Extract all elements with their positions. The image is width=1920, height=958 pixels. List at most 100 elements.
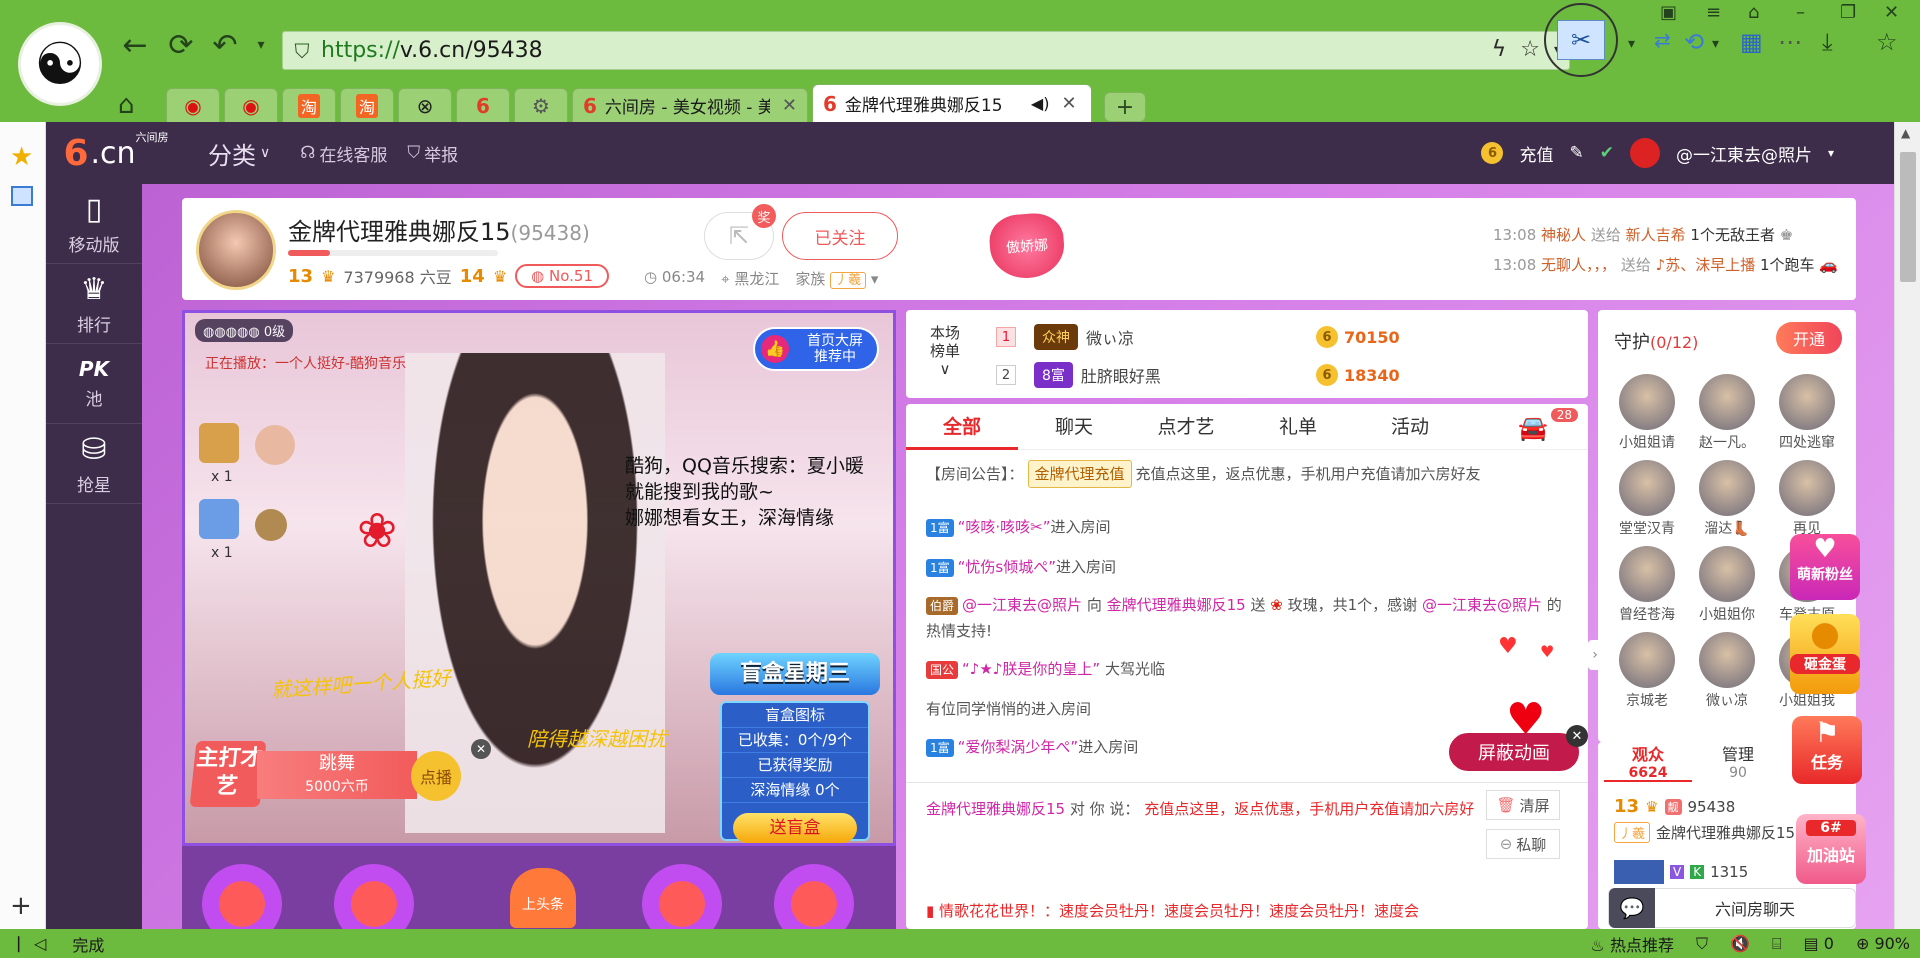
speaker-icon[interactable]: ◀) xyxy=(1031,94,1050,113)
rank-title[interactable]: 本场 榜单 ∨ xyxy=(930,324,960,378)
download-count[interactable]: ▤ 0 xyxy=(1804,934,1834,953)
tab-taobao-2[interactable]: 淘 xyxy=(340,88,394,122)
tab-gifts[interactable]: 礼单 xyxy=(1242,404,1354,450)
user-name[interactable]: @一江東去@照片 xyxy=(1676,141,1812,166)
guard-member[interactable]: 小姐姐你 xyxy=(1690,546,1764,624)
undo-icon[interactable]: ↶ xyxy=(208,28,242,63)
tab-talent[interactable]: 点才艺 xyxy=(1130,404,1242,450)
tab-audience[interactable]: 观众 6624 xyxy=(1604,742,1692,782)
new-tab-button[interactable]: + xyxy=(1104,92,1146,122)
minimize-icon[interactable]: – xyxy=(1796,2,1805,23)
tab-all[interactable]: 全部 xyxy=(906,404,1018,450)
task-badge[interactable]: ⚑ 任务 xyxy=(1792,716,1862,784)
audience-row[interactable]: 13 ♛ 靓 95438 xyxy=(1614,796,1735,817)
close-tab-icon[interactable]: ✕ xyxy=(1061,93,1076,114)
tab-6cn[interactable]: 6 xyxy=(456,88,510,122)
guard-member[interactable]: 四处逃窜 xyxy=(1770,374,1844,452)
anchor-avatar[interactable] xyxy=(196,210,276,290)
add-icon[interactable]: + xyxy=(10,891,32,921)
report-link[interactable]: ⛉ 举报 xyxy=(407,141,458,166)
family[interactable]: 家族 丿羲 ▾ xyxy=(795,268,878,289)
online-service-link[interactable]: ☊ 在线客服 xyxy=(300,141,387,166)
tab-chat[interactable]: 聊天 xyxy=(1018,404,1130,450)
mute-speaker-icon[interactable]: 🔇 xyxy=(1730,934,1750,953)
nav-grab-star[interactable]: ⛁ 抢星 xyxy=(46,424,142,504)
gift-item[interactable] xyxy=(642,864,722,929)
new-fans-badge[interactable]: ♥ 萌新粉丝 xyxy=(1790,534,1860,600)
gift-avatar[interactable] xyxy=(199,499,239,539)
hot-recommend[interactable]: ♨ 热点推荐 xyxy=(1591,932,1674,956)
scissor-dropdown-icon[interactable]: ▾ xyxy=(1628,36,1635,52)
tab-active-room[interactable]: 6 金牌代理雅典娜反15 ◀) ✕ xyxy=(812,84,1092,122)
user-avatar[interactable] xyxy=(1629,138,1660,168)
liujianfang-chat-button[interactable]: 💬 六间房聊天 xyxy=(1608,888,1856,928)
tab-admin[interactable]: 管理 90 xyxy=(1694,742,1782,782)
back-arrow-icon[interactable]: ← xyxy=(118,28,152,63)
guard-member[interactable]: 小姐姐请 xyxy=(1610,374,1684,452)
sync-dropdown-icon[interactable]: ▾ xyxy=(1712,36,1719,52)
window-icon[interactable] xyxy=(11,186,33,206)
close-window-icon[interactable]: ✕ xyxy=(1884,2,1899,23)
tab-settings[interactable]: ⚙ xyxy=(514,88,568,122)
smash-egg-badge[interactable]: ● 砸金蛋 xyxy=(1790,614,1860,694)
fuel-station-badge[interactable]: 6# 加油站 xyxy=(1796,814,1866,884)
restore-icon[interactable]: ❐ xyxy=(1840,2,1856,23)
guard-member[interactable]: 再见 xyxy=(1770,460,1844,538)
check-circle-icon[interactable]: ✔ xyxy=(1600,143,1614,163)
guard-member[interactable]: 京城老 xyxy=(1610,632,1684,710)
collapse-arrow-icon[interactable]: › xyxy=(1588,640,1602,670)
guard-member[interactable]: 溜达👢 xyxy=(1690,460,1764,538)
calculator-icon[interactable]: ▦ xyxy=(1740,28,1763,56)
shield-check-icon[interactable]: ⛉ xyxy=(1696,934,1708,954)
more-icon[interactable]: ⋯ xyxy=(1778,28,1802,56)
page-scrollbar[interactable]: ▲ xyxy=(1894,122,1920,929)
rank-badge[interactable]: ◍ No.51 xyxy=(515,264,610,288)
favorites-icon[interactable]: ☆ xyxy=(1876,28,1898,56)
site-logo[interactable]: 6 .cn 六间房 xyxy=(46,122,186,184)
close-tab-icon[interactable]: ✕ xyxy=(782,95,797,116)
tab-liujianfang[interactable]: 6六间房 - 美女视频 - 美女✕ xyxy=(572,88,808,122)
gift-item[interactable] xyxy=(774,864,854,929)
gifter-avatar[interactable] xyxy=(255,425,295,465)
audience-row[interactable]: 丿羲 金牌代理雅典娜反15 xyxy=(1614,822,1795,843)
star-icon[interactable]: ☆ xyxy=(1520,37,1540,62)
chevron-down-icon[interactable]: ▾ xyxy=(1828,146,1834,160)
nav-pk-pool[interactable]: PK 池 xyxy=(46,344,142,424)
url-text[interactable]: https://v.6.cn/95438 xyxy=(321,38,543,63)
nav-mobile[interactable]: ▯ 移动版 xyxy=(46,184,142,264)
gift-avatar[interactable] xyxy=(199,423,239,463)
address-bar[interactable]: ⛉ https://v.6.cn/95438 ϟ ☆ ▾ xyxy=(282,31,1570,70)
tab-cross[interactable]: ⊗ xyxy=(398,88,452,122)
toolbox-icon[interactable]: ⌸ xyxy=(1772,934,1782,954)
rank-row[interactable]: 1 众神 微ぃ凉 6 70150 xyxy=(996,322,1400,352)
guard-member[interactable]: 曾经苍海 xyxy=(1610,546,1684,624)
rank-row[interactable]: 2 8富 肚脐眼好黑 6 18340 xyxy=(996,360,1400,390)
zoom-level[interactable]: ⊕ 90% xyxy=(1856,934,1910,953)
tab-weibo-1[interactable]: ◉ xyxy=(166,88,220,122)
sidebar-toggle-icon[interactable]: ⎸◁ xyxy=(18,934,46,954)
edit-icon[interactable]: ✎ xyxy=(1569,143,1583,163)
private-chat-button[interactable]: ⊖ 私聊 xyxy=(1486,829,1560,859)
live-video[interactable]: ◍◍◍◍◍ 0级 正在播放：一个人挺好-酷狗音乐 👍 首页大屏 推荐中 酷狗，QQ音… xyxy=(182,310,896,846)
scroll-up-icon[interactable]: ▲ xyxy=(1901,126,1910,140)
menu-icon[interactable]: ≡ xyxy=(1706,2,1721,23)
refresh-icon[interactable]: ⟳ xyxy=(164,28,198,63)
guard-member[interactable]: 微ぃ凉 xyxy=(1690,632,1764,710)
tab-activity[interactable]: 活动 xyxy=(1354,404,1466,450)
gift-item[interactable] xyxy=(202,864,282,929)
lightning-icon[interactable]: ϟ xyxy=(1492,37,1507,62)
heart-badge[interactable]: 傲娇娜 xyxy=(987,211,1067,281)
translate-icon[interactable]: ⇄ xyxy=(1654,28,1671,52)
download-icon[interactable]: ⤓ xyxy=(1822,28,1833,56)
skin-icon[interactable]: ⌂ xyxy=(1748,2,1759,23)
category-menu[interactable]: 分类 ∨ xyxy=(208,136,270,171)
gift-item[interactable] xyxy=(334,864,414,929)
guard-member[interactable]: 赵一凡。 xyxy=(1690,374,1764,452)
recharge-link[interactable]: 充值 xyxy=(1519,141,1553,166)
close-icon[interactable]: ✕ xyxy=(1566,725,1588,747)
homepage-recommend-badge[interactable]: 👍 首页大屏 推荐中 xyxy=(753,327,879,371)
favorites-star-icon[interactable]: ★ xyxy=(10,142,33,172)
scroll-thumb[interactable] xyxy=(1900,152,1916,282)
follow-button[interactable]: 已关注 xyxy=(782,212,898,260)
close-icon[interactable]: ✕ xyxy=(471,739,491,759)
